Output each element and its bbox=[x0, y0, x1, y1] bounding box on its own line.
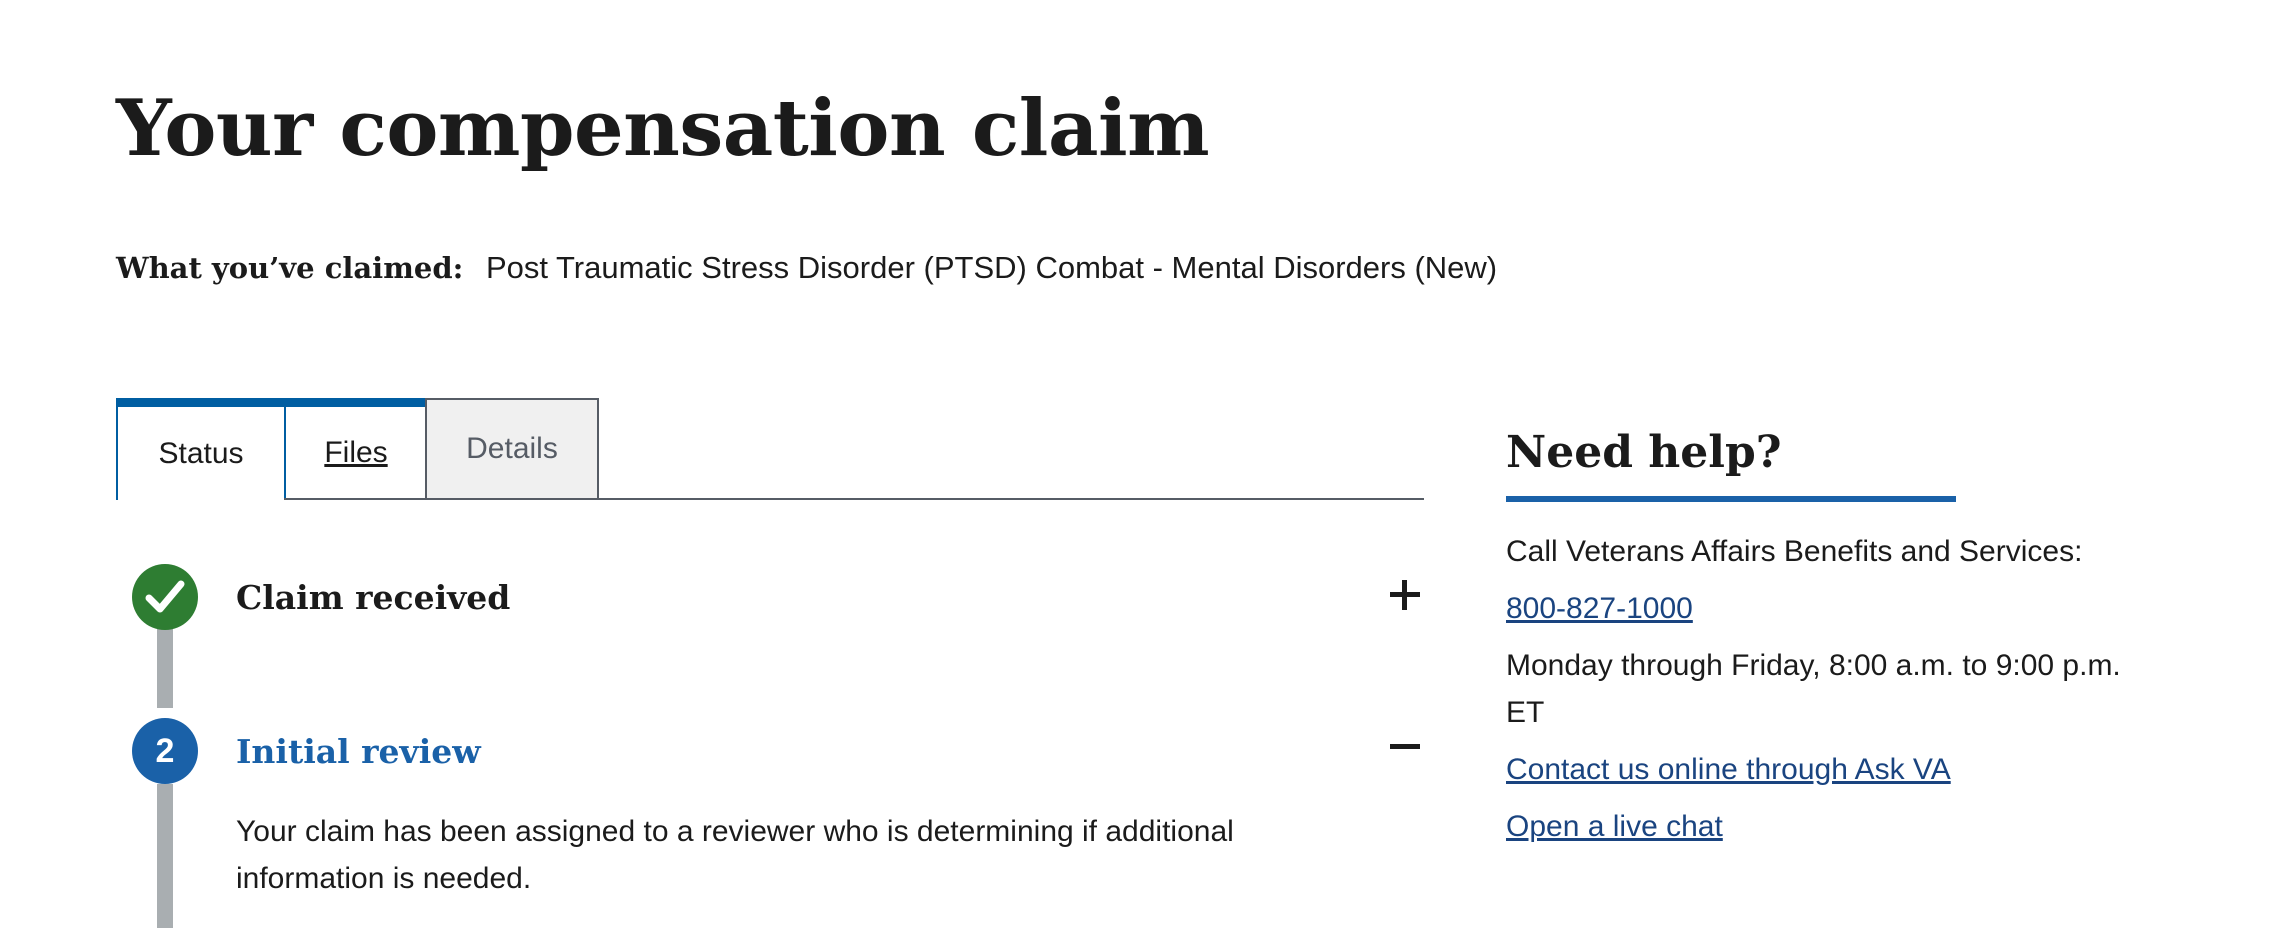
help-call-text: Call Veterans Affairs Benefits and Servi… bbox=[1506, 535, 2083, 568]
collapse-minus-icon[interactable] bbox=[1386, 728, 1424, 766]
timeline-rail bbox=[157, 628, 173, 708]
claimed-conditions: What you’ve claimed: Post Traumatic Stre… bbox=[116, 246, 1497, 290]
claimed-value: Post Traumatic Stress Disorder (PTSD) Co… bbox=[485, 250, 1498, 285]
help-heading: Need help? bbox=[1506, 427, 1782, 478]
timeline-rail bbox=[157, 784, 173, 928]
tab-status[interactable]: Status bbox=[116, 398, 284, 500]
phone-link[interactable]: 800-827-1000 bbox=[1506, 585, 1693, 632]
claim-tabs: Status Files Details bbox=[116, 398, 1424, 500]
step-number-badge: 2 bbox=[132, 718, 198, 784]
expand-plus-icon[interactable] bbox=[1386, 576, 1424, 614]
claim-timeline: Claim received 2 Initial review Your cla… bbox=[116, 558, 1428, 928]
tabs-divider bbox=[116, 498, 1424, 500]
tab-files[interactable]: Files bbox=[284, 398, 426, 498]
page-title: Your compensation claim bbox=[116, 83, 1210, 174]
claimed-label: What you’ve claimed: bbox=[116, 251, 464, 285]
step-description: Your claim has been assigned to a review… bbox=[236, 815, 1234, 895]
tab-details[interactable]: Details bbox=[425, 398, 599, 498]
ask-va-link[interactable]: Contact us online through Ask VA bbox=[1506, 746, 1951, 793]
live-chat-link[interactable]: Open a live chat bbox=[1506, 803, 1723, 850]
help-hours: Monday through Friday, 8:00 a.m. to 9:00… bbox=[1506, 649, 2121, 729]
help-heading-rule bbox=[1506, 496, 1956, 502]
step-complete-icon bbox=[132, 564, 198, 630]
need-help-sidebar: Need help? Call Veterans Affairs Benefit… bbox=[1506, 418, 2186, 850]
step-title-claim-received[interactable]: Claim received bbox=[236, 576, 510, 620]
checkmark-icon bbox=[145, 580, 185, 613]
step-title-initial-review[interactable]: Initial review bbox=[236, 730, 481, 774]
claim-status-page: Your compensation claim What you’ve clai… bbox=[0, 0, 2274, 928]
